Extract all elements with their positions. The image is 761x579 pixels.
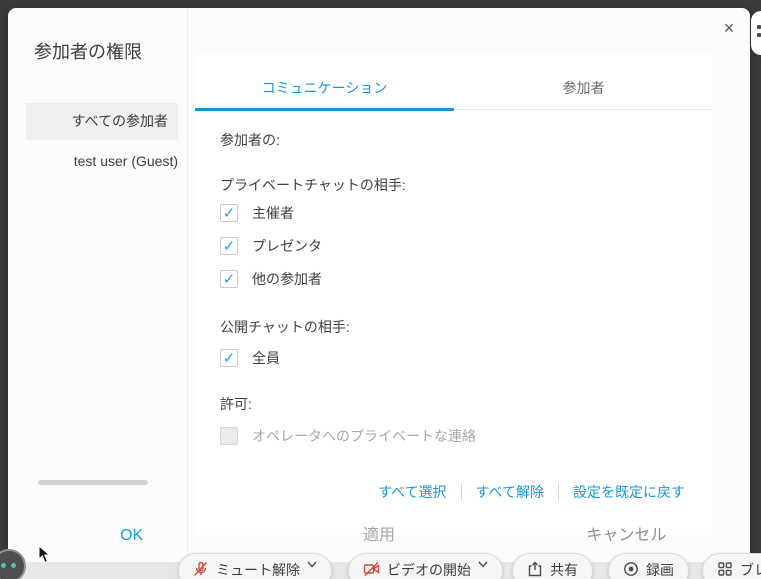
close-icon[interactable]: × xyxy=(714,14,744,42)
everyone-label: 全員 xyxy=(252,348,280,368)
participant-privileges-dialog: 参加者の権限 × すべての参加者 test user (Guest) コミュニケ… xyxy=(8,8,750,562)
checkbox-row-other-participants: ✓ 他の参加者 xyxy=(220,269,322,289)
host-label: 主催者 xyxy=(252,203,294,223)
operator-contact-checkbox[interactable] xyxy=(220,427,238,445)
tab-communication[interactable]: コミュニケーション xyxy=(195,54,454,111)
record-label: 録画 xyxy=(646,560,674,579)
sidebar-item-all-participants[interactable]: すべての参加者 xyxy=(26,103,178,140)
check-icon: ✓ xyxy=(223,206,236,221)
allow-label: 許可: xyxy=(220,394,252,414)
participant-list-sidebar: すべての参加者 test user (Guest) xyxy=(8,8,188,562)
share-button[interactable]: 共有 xyxy=(512,553,593,579)
share-label: 共有 xyxy=(550,560,578,579)
edge-panel-button[interactable] xyxy=(751,11,761,55)
public-chat-label: 公開チャットの相手: xyxy=(220,317,350,337)
checkbox-row-presenter: ✓ プレゼンタ xyxy=(220,236,322,256)
horizontal-scrollbar[interactable] xyxy=(38,480,148,485)
checkbox-row-everyone: ✓ 全員 xyxy=(220,348,280,368)
mic-off-icon xyxy=(193,561,209,577)
everyone-checkbox[interactable]: ✓ xyxy=(220,349,238,367)
privileges-content-panel: コミュニケーション 参加者 参加者の: プライベートチャットの相手: ✓ 主催者… xyxy=(195,54,713,535)
avatar-detail xyxy=(1,563,6,568)
avatar-detail xyxy=(11,563,16,568)
clear-all-link[interactable]: すべて解除 xyxy=(462,482,558,502)
record-button[interactable]: 録画 xyxy=(608,553,689,579)
mouse-cursor xyxy=(38,546,54,564)
private-chat-label: プライベートチャットの相手: xyxy=(220,175,406,195)
intro-label: 参加者の: xyxy=(220,130,280,150)
reset-default-link[interactable]: 設定を既定に戻す xyxy=(559,482,699,502)
checkbox-row-host: ✓ 主催者 xyxy=(220,203,294,223)
bulk-action-links: すべて選択 すべて解除 設定を既定に戻す xyxy=(364,482,699,502)
check-icon: ✓ xyxy=(223,272,236,287)
record-icon xyxy=(623,561,639,577)
breakout-label: ブレ xyxy=(740,560,761,579)
meeting-app-screen: ミュート解除 ビデオの開始 共有 録画 ブレ xyxy=(0,0,761,579)
tab-participants[interactable]: 参加者 xyxy=(454,54,713,111)
unmute-label: ミュート解除 xyxy=(216,560,300,579)
host-checkbox[interactable]: ✓ xyxy=(220,204,238,222)
share-icon xyxy=(527,561,543,577)
presenter-checkbox[interactable]: ✓ xyxy=(220,237,238,255)
operator-contact-label: オペレータへのプライベートな連絡 xyxy=(252,426,476,446)
chevron-down-icon[interactable] xyxy=(307,561,317,568)
start-video-label: ビデオの開始 xyxy=(387,560,471,579)
edge-panel-icon xyxy=(757,33,761,37)
checkbox-row-operator-contact: オペレータへのプライベートな連絡 xyxy=(220,426,476,446)
check-icon: ✓ xyxy=(223,351,236,366)
select-all-link[interactable]: すべて選択 xyxy=(364,482,460,502)
edge-panel-icon xyxy=(757,25,761,29)
chevron-down-icon[interactable] xyxy=(478,561,488,568)
breakout-button[interactable]: ブレ xyxy=(702,553,761,579)
breakout-grid-icon xyxy=(717,561,733,577)
check-icon: ✓ xyxy=(223,239,236,254)
start-video-button[interactable]: ビデオの開始 xyxy=(348,553,503,579)
tab-bar: コミュニケーション 参加者 xyxy=(195,54,713,110)
presenter-label: プレゼンタ xyxy=(252,236,322,256)
other-participants-label: 他の参加者 xyxy=(252,269,322,289)
sidebar-item-test-user[interactable]: test user (Guest) xyxy=(26,146,178,176)
video-off-icon xyxy=(363,561,380,577)
other-participants-checkbox[interactable]: ✓ xyxy=(220,270,238,288)
unmute-button[interactable]: ミュート解除 xyxy=(178,553,332,579)
